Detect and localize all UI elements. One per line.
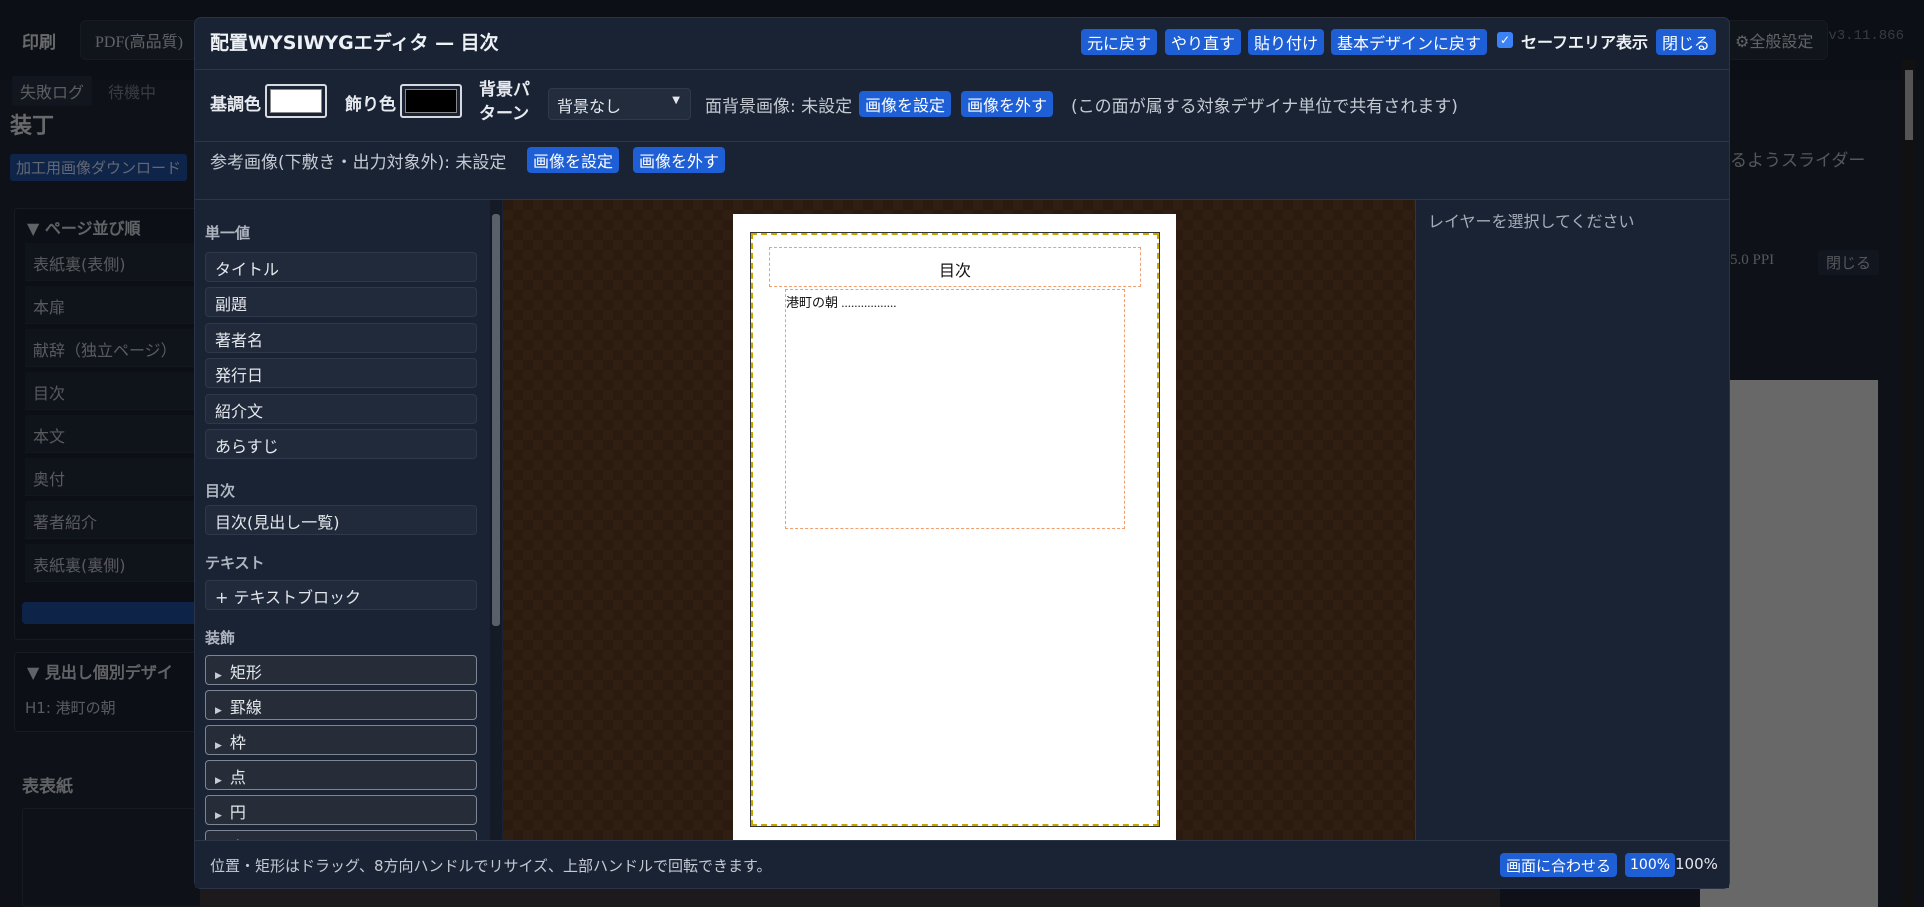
page-order-title: ▼ ページ並び順 [27,219,141,238]
category-single-value: 単一値 [205,224,251,242]
modal-title: 配置WYSIWYGエディタ — 目次 [210,32,499,54]
chevron-down-icon: ▼ [672,95,680,106]
palette-item-rule[interactable]: ▶ 罫線 [205,690,477,720]
version-label: v3.11.866 [1828,28,1904,44]
surface-bg-set-button[interactable]: 画像を設定 [859,91,952,117]
pattern-selected-value: 背景なし [557,97,622,116]
right-close-button[interactable]: 閉じる [1818,250,1880,275]
fit-screen-button[interactable]: 画面に合わせる [1500,853,1618,877]
palette-item-intro[interactable]: 紹介文 [205,394,477,424]
heading-design-panel: ▼ 見出し個別デザイ H1: 港町の朝 [14,652,214,732]
palette-item-subtitle[interactable]: 副題 [205,287,477,317]
undo-button[interactable]: 元に戻す [1081,29,1158,55]
page-order-item[interactable]: 奥付 [25,458,205,496]
safe-area-checkbox[interactable]: ✓ [1497,32,1513,48]
heading-design-item[interactable]: H1: 港町の朝 [25,697,116,718]
wysiwyg-editor-modal: 配置WYSIWYGエディタ — 目次 元に戻す やり直す 貼り付け 基本デザイン… [195,18,1729,888]
palette-scrollbar[interactable] [490,200,502,857]
palette-item-dot[interactable]: ▶ 点 [205,760,477,790]
page-order-item[interactable]: 表紙裏(表側) [25,243,205,281]
reset-design-button[interactable]: 基本デザインに戻す [1331,29,1488,55]
category-text: テキスト [205,554,265,572]
triangle-right-icon: ▶ [215,811,222,821]
surface-bg-note: (この面が属する対象デザイナ単位で共有されます) [1071,97,1458,117]
palette-item-frame[interactable]: ▶ 枠 [205,725,477,755]
page-order-item[interactable]: 献辞（独立ページ） [25,329,205,367]
reference-set-button[interactable]: 画像を設定 [527,147,620,173]
category-decoration: 装飾 [205,629,236,647]
triangle-right-icon: ▶ [215,706,222,716]
triangle-right-icon: ▶ [215,741,222,751]
download-image-button[interactable]: 加工用画像ダウンロード [10,154,188,181]
front-cover-box [22,808,202,907]
modal-footer: 位置・矩形はドラッグ、8方向ハンドルでリサイズ、上部ハンドルで回転できます。 画… [195,840,1729,888]
heading-design-title: ▼ 見出し個別デザイ [27,663,173,682]
palette-item-rect[interactable]: ▶ 矩形 [205,655,477,685]
palette-item-toc[interactable]: 目次(見出し一覧) [205,505,477,535]
pattern-label: 背景パターン [479,80,530,124]
base-color-label: 基調色 [210,95,261,115]
triangle-right-icon: ▶ [215,776,222,786]
settings-button[interactable]: ⚙全般設定 [1720,20,1829,60]
palette-item-title[interactable]: タイトル [205,252,477,282]
base-color-swatch[interactable] [265,84,327,118]
accent-color-label: 飾り色 [345,95,396,115]
slider-hint: るようスライダー [1730,151,1866,171]
page-order-panel: ▼ ページ並び順 表紙裏(表側) 本扉 献辞（独立ページ） 目次 本文 奥付 著… [14,208,214,640]
palette-item-circle[interactable]: ▶ 円 [205,795,477,825]
tab-waiting[interactable]: 待機中 [100,76,164,106]
palette-item-text-block[interactable]: + テキストブロック [205,580,477,610]
toc-layer[interactable]: 港町の朝 ................. [785,289,1125,529]
pdf-button[interactable]: PDF(高品質) [80,20,199,60]
redo-button[interactable]: やり直す [1165,29,1242,55]
page-order-item[interactable]: 本扉 [25,286,205,324]
page-preview[interactable]: 目次 港町の朝 ................. [733,214,1176,843]
page-order-item[interactable]: 表紙裏(裏側) [25,544,205,582]
ppi-label: 5.0 PPI [1730,252,1775,268]
triangle-right-icon: ▶ [215,671,222,681]
tab-failed-log[interactable]: 失敗ログ [12,76,93,106]
category-toc: 目次 [205,482,236,500]
surface-bg-remove-button[interactable]: 画像を外す [961,91,1054,117]
front-cover-label: 表表紙 [22,777,73,797]
layer-inspector: レイヤーを選択してください [1415,200,1729,857]
log-tabs: 失敗ログ 待機中 [12,76,164,106]
surface-bg-label: 面背景画像: 未設定 [705,97,853,117]
print-label: 印刷 [22,33,56,53]
inspector-placeholder: レイヤーを選択してください [1428,212,1635,231]
page-scrollbar[interactable] [1902,60,1916,907]
footer-hint: 位置・矩形はドラッグ、8方向ハンドルでリサイズ、上部ハンドルで回転できます。 [210,857,772,875]
palette-item-synopsis[interactable]: あらすじ [205,429,477,459]
reference-label: 参考画像(下敷き・出力対象外): 未設定 [210,153,507,173]
page-order-item[interactable]: 目次 [25,372,205,410]
zoom-100-button[interactable]: 100% [1625,853,1676,877]
palette-item-author[interactable]: 著者名 [205,323,477,353]
add-page-button[interactable] [22,602,202,624]
page-order-item[interactable]: 著者紹介 [25,501,205,539]
zoom-value: 100% [1675,855,1718,873]
editor-canvas[interactable]: 目次 港町の朝 ................. [503,200,1415,857]
close-button[interactable]: 閉じる [1656,29,1717,55]
reference-remove-button[interactable]: 画像を外す [633,147,726,173]
palette-item-date[interactable]: 発行日 [205,358,477,388]
modal-header: 配置WYSIWYGエディタ — 目次 元に戻す やり直す 貼り付け 基本デザイン… [195,18,1729,70]
element-palette: 単一値 タイトル 副題 著者名 発行日 紹介文 あらすじ 目次 目次(見出し一覧… [195,200,492,857]
section-title: 装丁 [10,114,55,139]
page-order-item[interactable]: 本文 [25,415,205,453]
title-layer[interactable]: 目次 [769,247,1141,287]
safe-area-label: セーフエリア表示 [1521,33,1649,52]
accent-color-swatch[interactable] [400,84,462,118]
paste-button[interactable]: 貼り付け [1248,29,1325,55]
pattern-select[interactable]: 背景なし ▼ [548,88,691,120]
